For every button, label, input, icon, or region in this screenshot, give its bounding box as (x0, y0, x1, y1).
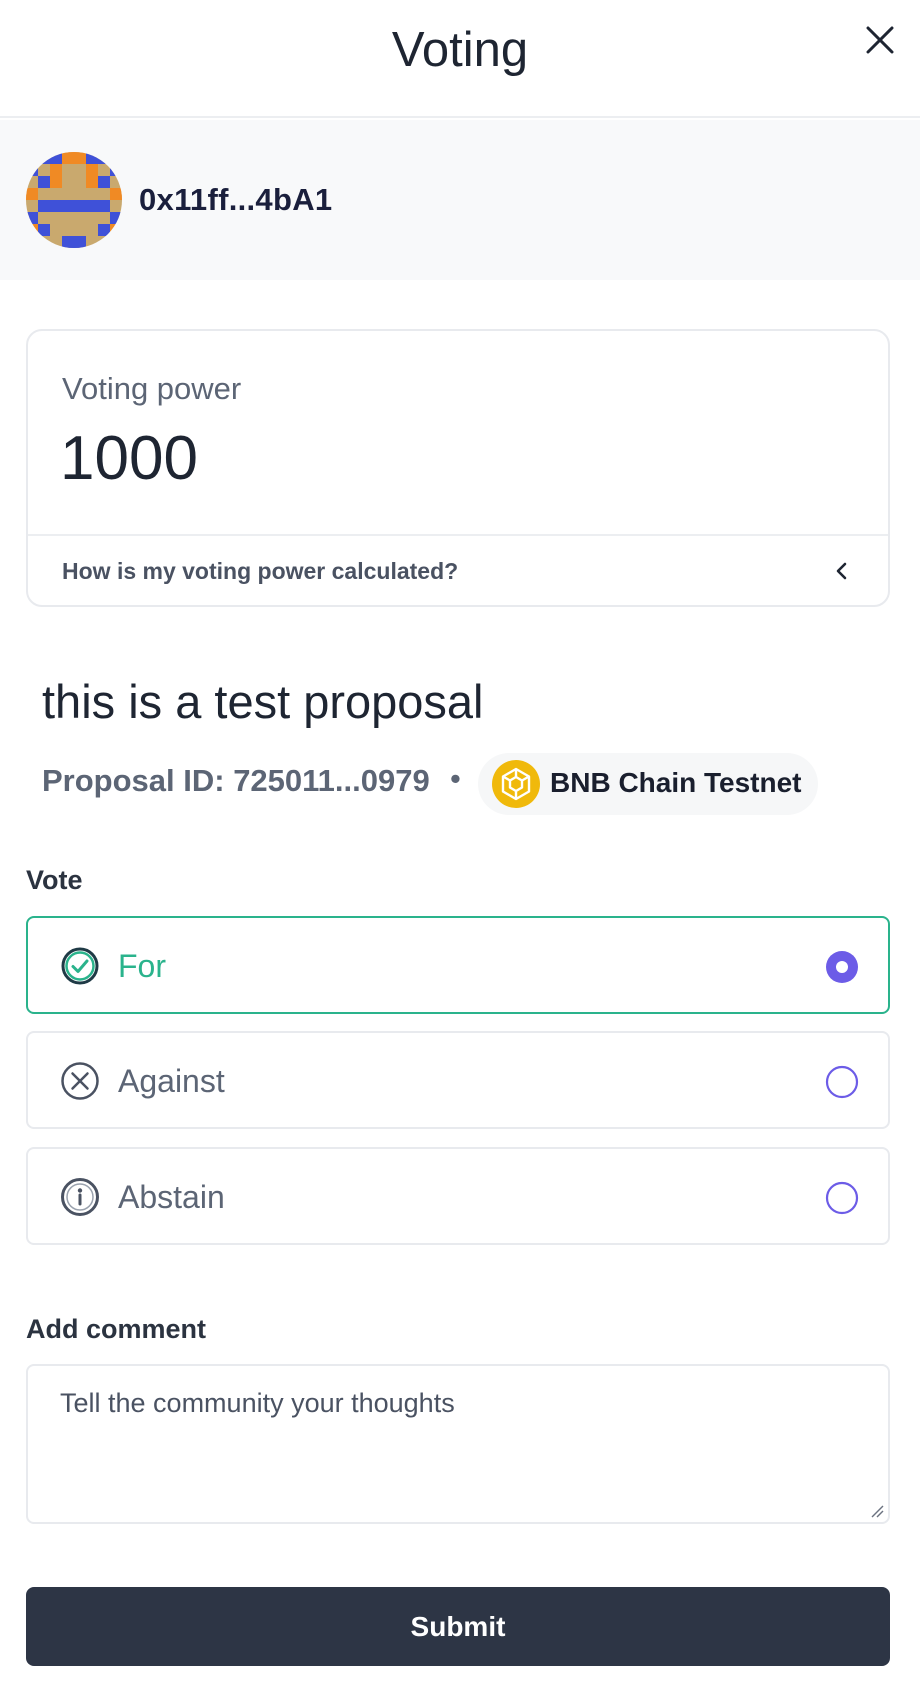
radio-unselected-icon[interactable] (825, 1181, 859, 1215)
voting-power-help-text: How is my voting power calculated? (62, 558, 459, 584)
submit-button[interactable]: Submit (26, 1587, 890, 1666)
proposal-meta: Proposal ID: 725011...0979 • BNB Chain T… (42, 753, 842, 815)
vote-option-against[interactable]: Against (26, 1031, 890, 1129)
bnb-chain-icon (492, 760, 540, 808)
close-icon (866, 26, 894, 54)
modal-header: Voting (0, 0, 920, 118)
x-circle-icon (61, 1062, 99, 1100)
vote-option-label: Abstain (118, 1179, 225, 1215)
comment-input[interactable] (26, 1364, 890, 1524)
page-title: Voting (391, 23, 529, 77)
voting-power-help-toggle[interactable]: How is my voting power calculated? (28, 536, 888, 605)
resize-handle-icon[interactable] (870, 1504, 884, 1518)
account-address: 0x11ff...4bA1 (139, 182, 333, 217)
proposal-title: this is a test proposal (42, 675, 484, 728)
voting-power-card: Voting power 1000 How is my voting power… (26, 329, 890, 607)
chevron-left-icon (836, 562, 847, 580)
comment-label: Add comment (26, 1314, 207, 1344)
radio-unselected-icon[interactable] (825, 1065, 859, 1099)
vote-option-for[interactable]: For (26, 916, 890, 1014)
check-circle-icon (61, 947, 99, 985)
vote-option-abstain[interactable]: Abstain (26, 1147, 890, 1245)
voting-power-value: 1000 (60, 424, 198, 493)
proposal-id: Proposal ID: 725011...0979 (42, 763, 430, 798)
account-bar: 0x11ff...4bA1 (0, 120, 920, 280)
avatar (26, 152, 122, 248)
radio-selected-icon[interactable] (825, 950, 859, 984)
separator-dot: • (450, 761, 461, 796)
close-button[interactable] (862, 22, 898, 58)
chain-name: BNB Chain Testnet (550, 767, 802, 798)
chain-badge: BNB Chain Testnet (478, 753, 818, 815)
info-circle-icon (61, 1178, 99, 1216)
vote-option-label: Against (118, 1063, 225, 1099)
vote-label: Vote (26, 865, 83, 895)
vote-option-label: For (118, 948, 166, 984)
voting-power-label: Voting power (62, 371, 242, 406)
